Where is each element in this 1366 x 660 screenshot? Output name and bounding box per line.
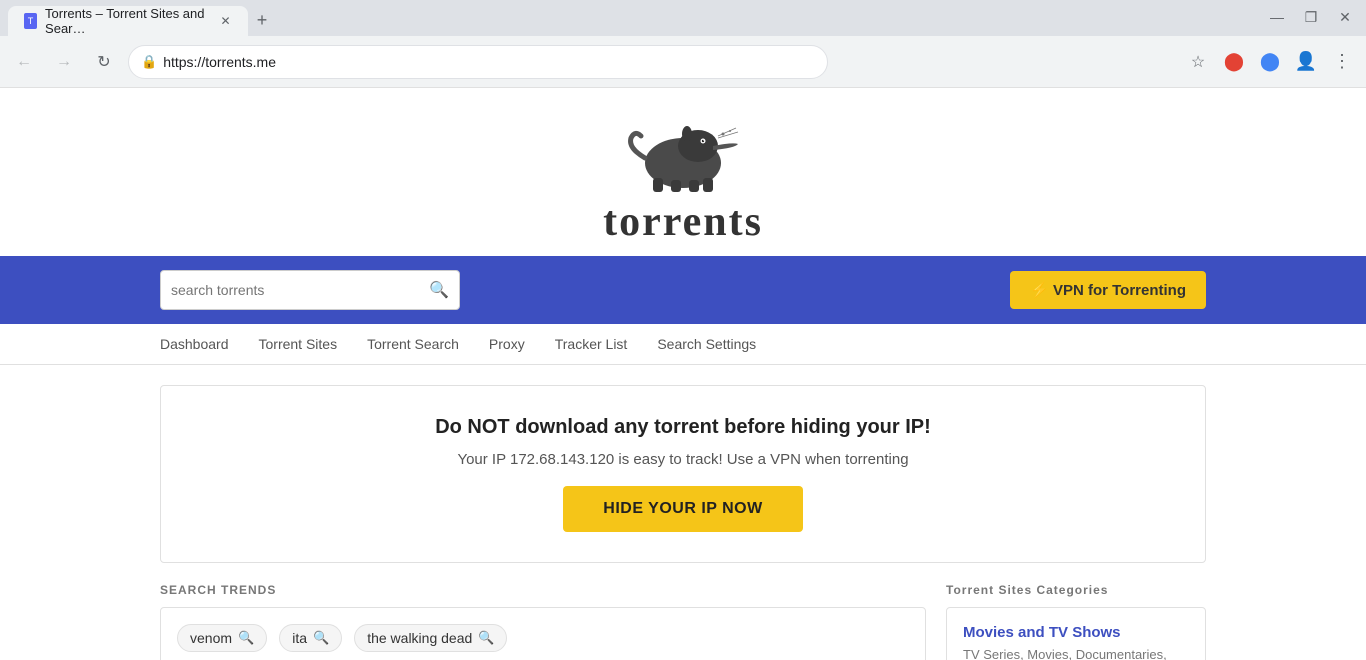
minimize-button[interactable]: — [1264,4,1290,30]
warning-box: Do NOT download any torrent before hidin… [160,385,1206,563]
page-content: torrents 🔍 ⚡ VPN for Torrenting Dashboar… [0,88,1366,660]
category-movies-tv[interactable]: Movies and TV Shows [963,624,1189,641]
site-logo [623,108,743,198]
tab-close-button[interactable]: ✕ [219,13,232,29]
window-controls: — ❐ ✕ [1264,4,1358,36]
warning-title: Do NOT download any torrent before hidin… [181,416,1185,439]
category-desc: TV Series, Movies, Documentaries, HD, 3D [963,647,1189,660]
sidebar-box: Movies and TV Shows TV Series, Movies, D… [946,607,1206,660]
nav-dashboard[interactable]: Dashboard [160,336,229,352]
site-title: torrents [603,198,763,246]
search-submit-button[interactable]: 🔍 [429,280,449,300]
chrome-icon-2[interactable]: ⬤ [1254,46,1286,78]
close-button[interactable]: ✕ [1332,4,1358,30]
nav-proxy[interactable]: Proxy [489,336,525,352]
nav-tracker-list[interactable]: Tracker List [555,336,628,352]
logo-area: torrents [603,108,763,246]
back-button[interactable]: ← [8,46,40,78]
sidebar-title: Torrent Sites Categories [946,583,1206,597]
search-section: 🔍 ⚡ VPN for Torrenting [0,256,1366,324]
trend-label: venom [190,630,232,646]
trend-item[interactable]: ita 🔍 [279,624,342,652]
active-tab[interactable]: T Torrents – Torrent Sites and Sear… ✕ [8,6,248,36]
nav-search-settings[interactable]: Search Settings [657,336,756,352]
forward-button[interactable]: → [48,46,80,78]
url-input[interactable]: 🔒 https://torrents.me [128,45,828,79]
toolbar-right: ☆ ⬤ ⬤ 👤 ⋮ [1182,46,1358,78]
nav-menu: Dashboard Torrent Sites Torrent Search P… [0,324,1366,365]
address-bar: ← → ↻ 🔒 https://torrents.me ☆ ⬤ ⬤ 👤 ⋮ [0,36,1366,88]
vpn-button-label: ⚡ VPN for Torrenting [1030,281,1186,299]
trend-search-icon: 🔍 [238,630,254,646]
lock-icon: 🔒 [141,54,157,70]
tab-title: Torrents – Torrent Sites and Sear… [45,6,211,36]
tab-favicon: T [24,13,37,29]
trend-label: ita [292,630,307,646]
search-box[interactable]: 🔍 [160,270,460,310]
bookmark-button[interactable]: ☆ [1182,46,1214,78]
url-text: https://torrents.me [163,54,276,70]
profile-button[interactable]: 👤 [1290,46,1322,78]
new-tab-button[interactable]: + [248,6,276,34]
trend-item[interactable]: the walking dead 🔍 [354,624,507,652]
trend-search-icon: 🔍 [313,630,329,646]
trends-main: SEARCH TRENDS venom 🔍 ita 🔍 the walking … [160,583,926,660]
trends-box: venom 🔍 ita 🔍 the walking dead 🔍 [160,607,926,660]
sidebar: Torrent Sites Categories Movies and TV S… [946,583,1206,660]
trend-label: the walking dead [367,630,472,646]
reload-button[interactable]: ↻ [88,46,120,78]
menu-button[interactable]: ⋮ [1326,46,1358,78]
nav-torrent-search[interactable]: Torrent Search [367,336,459,352]
warning-subtitle: Your IP 172.68.143.120 is easy to track!… [181,451,1185,468]
hide-ip-label: HIDE YOUR IP NOW [603,500,762,517]
nav-torrent-sites[interactable]: Torrent Sites [259,336,338,352]
search-input[interactable] [171,282,429,298]
vpn-button[interactable]: ⚡ VPN for Torrenting [1010,271,1206,309]
hide-ip-button[interactable]: HIDE YOUR IP NOW [563,486,802,532]
trend-item[interactable]: venom 🔍 [177,624,267,652]
trends-section: SEARCH TRENDS venom 🔍 ita 🔍 the walking … [0,583,1366,660]
chrome-icon-1[interactable]: ⬤ [1218,46,1250,78]
trend-search-icon: 🔍 [478,630,494,646]
site-header: torrents [0,88,1366,256]
maximize-button[interactable]: ❐ [1298,4,1324,30]
trends-title: SEARCH TRENDS [160,583,926,597]
